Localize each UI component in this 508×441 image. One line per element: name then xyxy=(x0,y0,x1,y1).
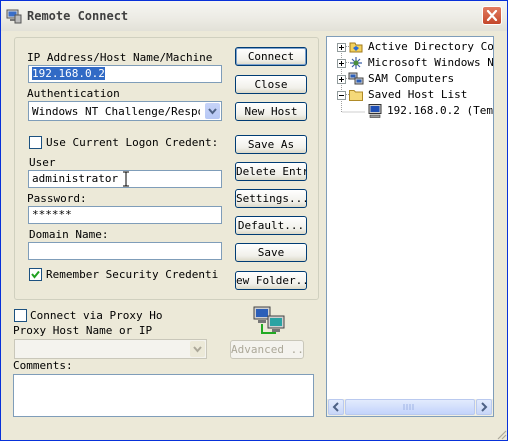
checkmark-icon xyxy=(31,270,40,279)
folder-icon xyxy=(349,90,363,101)
collapse-minus-icon[interactable] xyxy=(337,91,346,100)
close-icon xyxy=(486,10,498,21)
user-label: User xyxy=(29,156,56,169)
chevron-down-icon xyxy=(193,346,202,353)
authentication-dropdown-button[interactable] xyxy=(205,103,220,119)
scroll-left-button[interactable] xyxy=(328,399,344,415)
expand-plus-icon[interactable] xyxy=(337,59,346,68)
tree-node-active-directory[interactable]: Active Directory Comp xyxy=(327,39,493,55)
remote-connect-window: Remote Connect IP Address/Host Name/Mach… xyxy=(0,0,508,441)
tree-node-label: Active Directory Comp xyxy=(368,40,494,53)
tree-node-sam-computers[interactable]: SAM Computers xyxy=(327,71,493,87)
save-as-button[interactable]: Save As xyxy=(235,135,307,154)
save-button[interactable]: Save xyxy=(235,243,307,262)
arrow-right-icon xyxy=(481,402,488,412)
grip-icon xyxy=(403,404,414,410)
tree-node-label: SAM Computers xyxy=(368,72,455,85)
password-input[interactable]: ****** xyxy=(28,206,222,224)
use-current-logon-checkbox[interactable] xyxy=(29,136,42,149)
expand-plus-icon[interactable] xyxy=(337,75,346,84)
host-input-value: 192.168.0.2 xyxy=(32,67,105,80)
title-bar[interactable]: Remote Connect xyxy=(1,1,507,31)
settings-button[interactable]: Settings... xyxy=(235,189,307,208)
domain-label: Domain Name: xyxy=(29,228,109,241)
text-cursor-icon xyxy=(123,171,129,187)
proxy-host-label: Proxy Host Name or IP xyxy=(13,324,153,337)
arrow-left-icon xyxy=(332,402,339,412)
chevron-down-icon xyxy=(208,108,217,115)
advanced-button[interactable]: Advanced ... xyxy=(230,340,304,359)
tree-node-label: Saved Host List xyxy=(368,88,468,101)
authentication-select-value: Windows NT Challenge/Respons xyxy=(32,105,200,118)
connect-via-proxy-label: Connect via Proxy Ho xyxy=(30,309,163,322)
authentication-select[interactable]: Windows NT Challenge/Respons xyxy=(28,101,222,121)
proxy-host-select[interactable] xyxy=(14,339,207,359)
new-host-button[interactable]: New Host xyxy=(235,102,307,121)
scroll-right-button[interactable] xyxy=(476,399,492,415)
close-window-button[interactable] xyxy=(482,6,502,25)
host-input[interactable]: 192.168.0.2 xyxy=(28,65,222,83)
expand-plus-icon[interactable] xyxy=(337,43,346,52)
active-directory-icon xyxy=(349,42,363,53)
network-computers-icon xyxy=(253,306,285,334)
remember-credentials-label: Remember Security Credenti xyxy=(46,268,219,281)
use-current-logon-label: Use Current Logon Credent: xyxy=(46,136,219,149)
tree-horizontal-scrollbar[interactable] xyxy=(327,399,493,416)
delete-entry-button[interactable]: Delete Entry xyxy=(235,162,307,181)
comments-textarea[interactable] xyxy=(13,374,314,417)
tree-node-label: Microsoft Windows Net xyxy=(368,56,494,69)
network-icon xyxy=(350,57,362,69)
resize-grip-icon[interactable] xyxy=(495,428,507,440)
password-label: Password: xyxy=(27,192,87,205)
comments-label: Comments: xyxy=(13,359,73,372)
host-label: IP Address/Host Name/Machine xyxy=(27,51,213,64)
connect-via-proxy-checkbox[interactable] xyxy=(14,309,27,322)
remember-credentials-checkbox[interactable] xyxy=(29,268,42,281)
computer-icon xyxy=(368,104,382,118)
tree-node-saved-host[interactable]: 192.168.0.2 (Tempo xyxy=(327,103,493,119)
window-title: Remote Connect xyxy=(27,9,129,23)
tree-node-label: 192.168.0.2 (Tempo xyxy=(387,104,493,117)
scroll-thumb[interactable] xyxy=(345,399,475,415)
proxy-host-dropdown-button[interactable] xyxy=(190,341,205,357)
tree-node-saved-host-list[interactable]: Saved Host List xyxy=(327,87,493,103)
tree-node-microsoft-windows-network[interactable]: Microsoft Windows Net xyxy=(327,55,493,71)
host-tree-view[interactable]: Active Directory Comp Microsoft Windows … xyxy=(326,36,494,417)
default-button[interactable]: Default... xyxy=(235,216,307,235)
connect-button[interactable]: Connect xyxy=(235,47,307,66)
new-folder-button[interactable]: ew Folder... xyxy=(235,271,307,290)
remote-connect-app-icon xyxy=(6,9,22,24)
domain-input[interactable] xyxy=(28,242,222,260)
authentication-label: Authentication xyxy=(27,87,120,100)
close-button[interactable]: Close xyxy=(235,75,307,94)
password-input-value: ****** xyxy=(32,208,72,221)
user-input-value: administrator xyxy=(32,172,119,185)
computers-icon xyxy=(348,72,364,85)
